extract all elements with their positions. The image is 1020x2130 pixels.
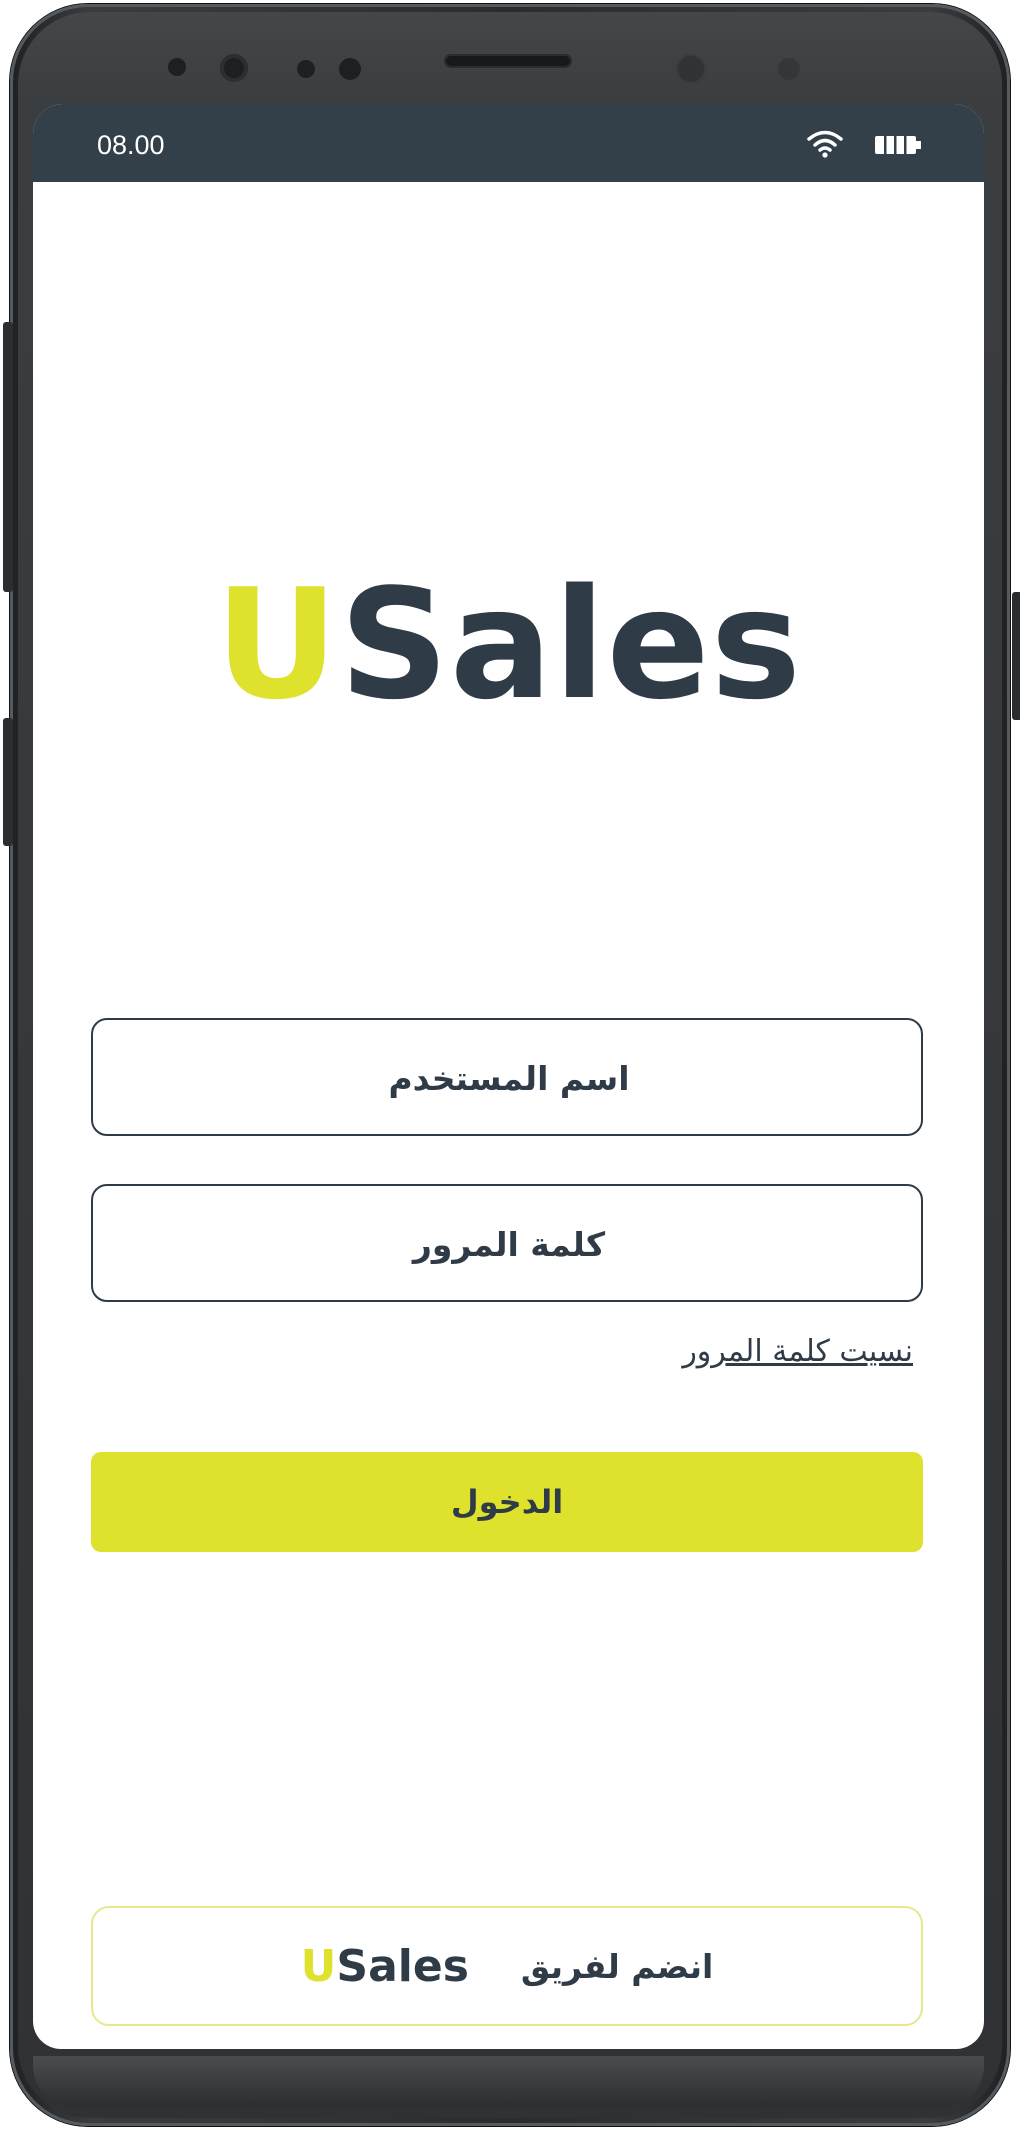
earpiece-speaker [444, 54, 572, 68]
join-brand-text: Sales [336, 1940, 469, 1992]
join-brand-logo: USales [301, 1941, 469, 1992]
join-team-label: انضم لفريق [520, 1946, 714, 1986]
screen: 08.00 USales نسيت كلمة المرور الدخول USa… [33, 104, 984, 2049]
power-button [1012, 592, 1020, 720]
forgot-password-link[interactable]: نسيت كلمة المرور [682, 1334, 913, 1369]
status-time: 08.00 [97, 130, 165, 160]
login-button[interactable]: الدخول [91, 1452, 923, 1552]
app-logo: USales [33, 569, 984, 721]
iris-scanner-icon [676, 54, 706, 84]
front-camera-icon [220, 54, 248, 82]
bixby-button [3, 718, 13, 846]
password-field[interactable] [91, 1184, 925, 1302]
password-input[interactable] [93, 1186, 925, 1302]
phone-bottom-rim [33, 2056, 984, 2106]
sensor-icon [168, 58, 186, 76]
join-brand-letter-u: U [300, 1940, 337, 1992]
wifi-icon [807, 130, 843, 158]
battery-icon [875, 136, 921, 154]
volume-button [3, 322, 13, 592]
username-field[interactable] [91, 1018, 925, 1136]
sensor-icon [297, 60, 315, 78]
logo-text: Sales [339, 556, 803, 733]
join-team-button[interactable]: USales انضم لفريق [91, 1906, 923, 2026]
logo-letter-u: U [214, 556, 340, 733]
sensor-icon [778, 58, 800, 80]
username-input[interactable] [93, 1020, 925, 1136]
sensor-icon [339, 58, 361, 80]
status-bar: 08.00 [33, 104, 984, 182]
